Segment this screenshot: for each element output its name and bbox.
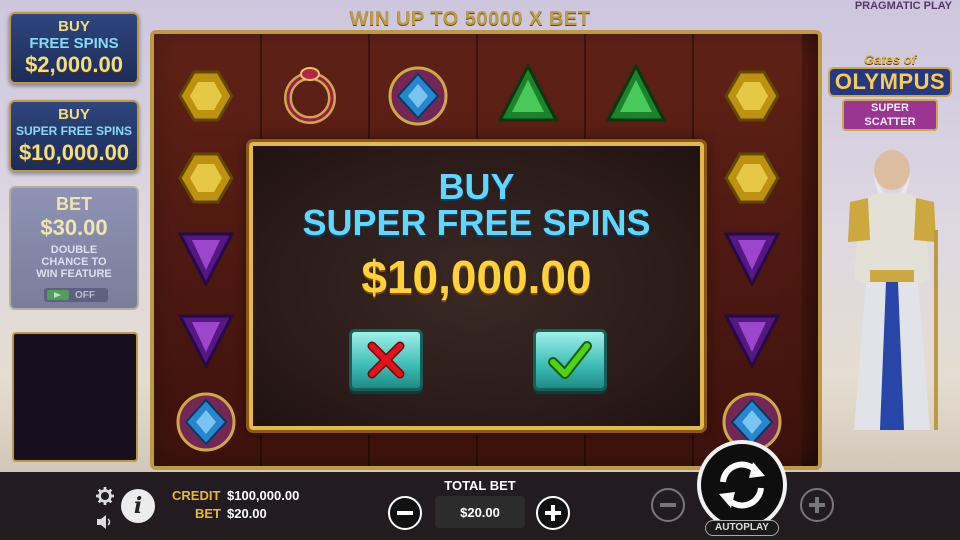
total-bet-value: $20.00 bbox=[435, 496, 525, 528]
spin-arrows-icon bbox=[719, 461, 765, 509]
credit-label: CREDIT bbox=[172, 488, 221, 503]
credit-value: $100,000.00 bbox=[227, 488, 300, 503]
confirm-button[interactable] bbox=[533, 329, 607, 391]
dialog-title-line2: SUPER FREE SPINS bbox=[302, 202, 651, 243]
increase-bet-side-button[interactable] bbox=[800, 488, 834, 522]
bet-label: BET bbox=[195, 506, 221, 521]
speaker-icon[interactable] bbox=[97, 515, 113, 529]
minus-icon bbox=[660, 503, 676, 507]
increase-bet-button[interactable] bbox=[536, 496, 570, 530]
gear-icon[interactable] bbox=[96, 487, 114, 505]
plus-icon bbox=[545, 505, 561, 521]
cancel-button[interactable] bbox=[349, 329, 423, 391]
minus-icon bbox=[397, 511, 413, 515]
x-icon bbox=[367, 341, 405, 379]
dialog-price: $10,000.00 bbox=[361, 251, 592, 303]
buy-feature-dialog: BUY SUPER FREE SPINS $10,000.00 bbox=[249, 142, 704, 430]
autoplay-button[interactable]: AUTOPLAY bbox=[705, 520, 779, 536]
info-button[interactable]: i bbox=[121, 489, 155, 523]
spin-button[interactable] bbox=[697, 440, 787, 530]
plus-icon bbox=[809, 497, 825, 513]
bet-value: $20.00 bbox=[227, 506, 267, 521]
check-icon bbox=[548, 341, 592, 379]
decrease-bet-button[interactable] bbox=[388, 496, 422, 530]
decrease-bet-side-button[interactable] bbox=[651, 488, 685, 522]
info-icon: i bbox=[133, 493, 143, 519]
total-bet-label: TOTAL BET bbox=[444, 478, 516, 493]
